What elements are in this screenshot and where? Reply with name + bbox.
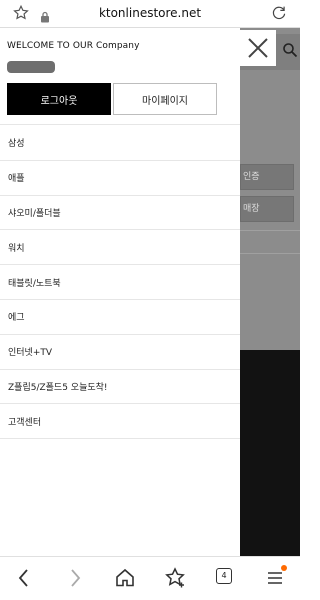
forward-button[interactable] [62, 565, 88, 591]
divider [0, 124, 240, 125]
search-icon [282, 42, 298, 58]
menu-item-internet-tv[interactable]: 인터넷+TV [0, 335, 240, 370]
logout-button[interactable]: 로그아웃 [7, 83, 111, 115]
mypage-button[interactable]: 마이페이지 [113, 83, 217, 115]
close-drawer-button[interactable] [240, 30, 276, 66]
menu-item-egg[interactable]: 에그 [0, 300, 240, 335]
back-button[interactable] [11, 565, 37, 591]
menu-item-samsung[interactable]: 삼성 [0, 126, 240, 161]
background-box-1: 인증 [240, 164, 294, 190]
menu-item-watch[interactable]: 워치 [0, 230, 240, 266]
menu-item-apple[interactable]: 애플 [0, 161, 240, 196]
background-dark-section [240, 350, 300, 556]
chevron-right-icon [71, 569, 81, 587]
background-box-2: 매장 [240, 196, 294, 222]
drawer-menu: 삼성 애플 샤오미/폴더블 워치 태블릿/노트북 에그 인터넷+TV Z플립5/… [0, 126, 240, 440]
welcome-text: WELCOME TO OUR Company [7, 41, 140, 51]
url-bar[interactable]: ktonlinestore.net [0, 6, 300, 20]
tabs-count-button[interactable]: 4 [216, 568, 232, 584]
bookmarks-button[interactable] [162, 565, 188, 591]
side-drawer: WELCOME TO OUR Company 로그아웃 마이페이지 삼성 애플 … [0, 28, 240, 556]
chevron-left-icon [18, 569, 28, 587]
close-icon [248, 38, 268, 58]
browser-toolbar: ktonlinestore.net [0, 0, 300, 28]
notification-dot [281, 565, 287, 571]
menu-item-tablet-notebook[interactable]: 태블릿/노트북 [0, 265, 240, 300]
bookmarks-star-icon [165, 567, 185, 588]
menu-item-xiaomi-folder[interactable]: 샤오미/폴더블 [0, 196, 240, 231]
home-icon [116, 568, 134, 587]
reload-icon[interactable] [270, 4, 288, 22]
menu-item-customer-center[interactable]: 고객센터 [0, 404, 240, 440]
background-bar [240, 230, 300, 254]
redacted-username [7, 61, 55, 73]
home-button[interactable] [112, 565, 138, 591]
menu-item-zflip-zfold[interactable]: Z플립5/Z폴드5 오늘도착! [0, 370, 240, 405]
browser-bottom-nav: 4 [0, 556, 300, 600]
